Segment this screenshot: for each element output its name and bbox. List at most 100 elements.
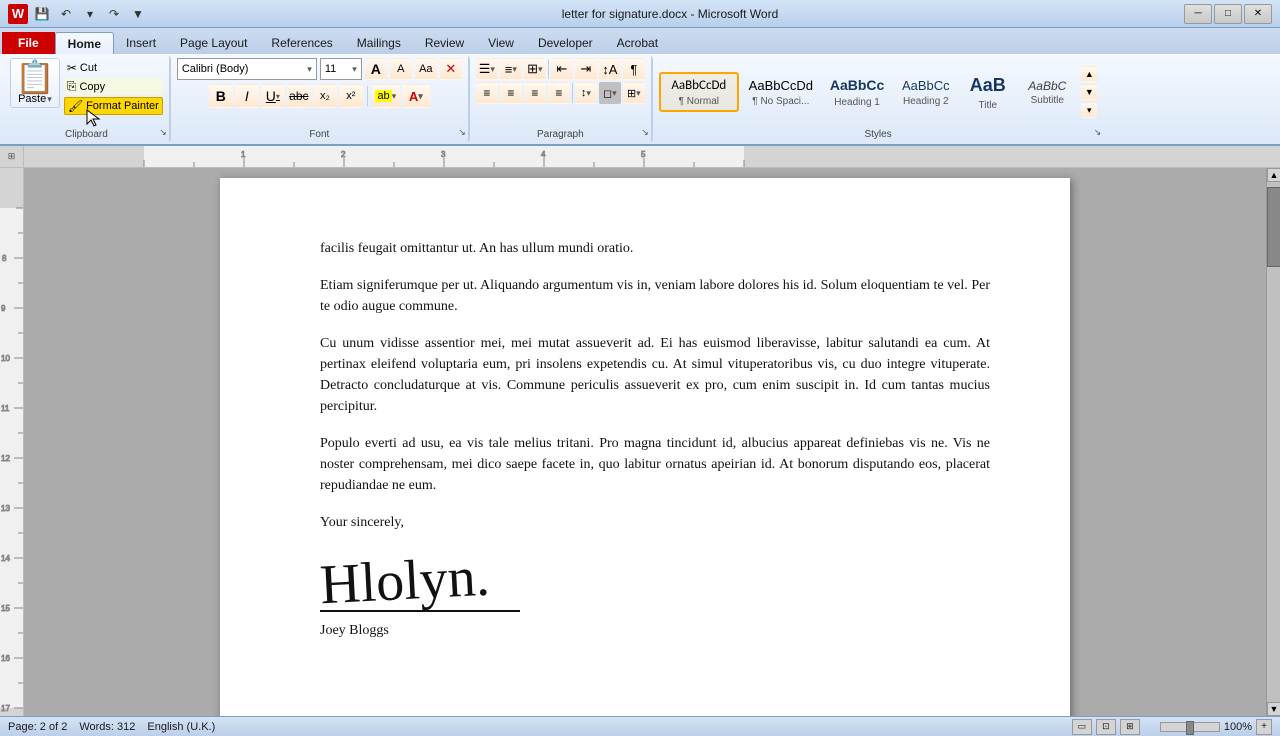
format-painter-button[interactable]: 🖌 Format Painter — [64, 97, 163, 115]
show-hide-button[interactable]: ¶ — [623, 58, 645, 80]
tab-mailings[interactable]: Mailings — [345, 32, 413, 54]
save-button[interactable]: 💾 — [32, 4, 52, 24]
align-center-button[interactable]: ≡ — [500, 82, 522, 104]
tab-developer[interactable]: Developer — [526, 32, 605, 54]
align-right-button[interactable]: ≡ — [524, 82, 546, 104]
tab-page-layout[interactable]: Page Layout — [168, 32, 259, 54]
scrollbar-down-button[interactable]: ▼ — [1267, 702, 1280, 716]
tab-review[interactable]: Review — [413, 32, 476, 54]
zoom-slider[interactable] — [1160, 722, 1220, 732]
borders-button[interactable]: ⊞▾ — [623, 82, 645, 104]
font-group: Calibri (Body) ▾ 11 ▾ A A Aa ✕ B I — [171, 56, 469, 142]
highlight-button[interactable]: ab▾ — [372, 84, 400, 108]
vertical-ruler: 8 9 10 11 12 13 14 15 16 — [0, 168, 24, 716]
page-scroll-area[interactable]: facilis feugait omittantur ut. An has ul… — [24, 168, 1266, 716]
close-button[interactable]: ✕ — [1244, 4, 1272, 24]
svg-text:4: 4 — [541, 150, 546, 159]
underline-button[interactable]: U▾ — [261, 84, 285, 108]
style-h2-preview: AaBbCc — [902, 77, 950, 95]
font-shrink-button[interactable]: A — [390, 58, 412, 80]
undo-button[interactable]: ↶ — [56, 4, 76, 24]
document-page[interactable]: facilis feugait omittantur ut. An has ul… — [220, 178, 1070, 716]
copy-button[interactable]: ⎘ Copy — [64, 78, 163, 95]
tab-acrobat[interactable]: Acrobat — [605, 32, 670, 54]
paragraph-3: Cu unum vidisse assentior mei, mei mutat… — [320, 333, 990, 417]
numbering-button[interactable]: ≡▾ — [500, 58, 522, 80]
font-color-button[interactable]: A▾ — [402, 84, 430, 108]
redo-button[interactable]: ↷ — [104, 4, 124, 24]
font-grow-button[interactable]: A — [365, 58, 387, 80]
italic-button[interactable]: I — [235, 84, 259, 108]
scrollbar-thumb[interactable] — [1267, 187, 1280, 267]
minimize-button[interactable]: ─ — [1184, 4, 1212, 24]
style-heading2[interactable]: AaBbCc Heading 2 — [893, 73, 958, 111]
svg-text:3: 3 — [441, 150, 446, 159]
styles-scroll-down[interactable]: ▼ — [1081, 84, 1097, 100]
font-divider — [367, 86, 368, 106]
ribbon-home-content: 📋 Paste▾ ✂ Cut ⎘ Copy 🖌 — [0, 54, 1280, 144]
cut-button[interactable]: ✂ Cut — [64, 60, 163, 76]
tab-references[interactable]: References — [259, 32, 344, 54]
layout-toggle[interactable]: ⊞ — [8, 151, 16, 162]
tab-view[interactable]: View — [476, 32, 526, 54]
bullets-button[interactable]: ☰▾ — [476, 58, 498, 80]
increase-indent-button[interactable]: ⇥ — [575, 58, 597, 80]
paragraph-2: Etiam signiferumque per ut. Aliquando ar… — [320, 275, 990, 317]
undo-dropdown[interactable]: ▾ — [80, 4, 100, 24]
strikethrough-button[interactable]: abc — [287, 84, 311, 108]
change-case-button[interactable]: Aa — [415, 58, 437, 80]
copy-icon: ⎘ — [67, 79, 77, 94]
bold-button[interactable]: B — [209, 84, 233, 108]
styles-expand-icon[interactable]: ↘ — [1094, 127, 1102, 138]
svg-text:15: 15 — [1, 604, 10, 613]
multilevel-list-button[interactable]: ⊞▾ — [524, 58, 546, 80]
decrease-indent-button[interactable]: ⇤ — [551, 58, 573, 80]
paste-button[interactable]: 📋 Paste▾ — [10, 58, 60, 108]
web-layout-btn[interactable]: ⊞ — [1120, 719, 1140, 735]
subscript-button[interactable]: x₂ — [313, 84, 337, 108]
svg-text:17: 17 — [1, 704, 10, 713]
font-size-dropdown-icon: ▾ — [352, 64, 357, 75]
style-heading1[interactable]: AaBbCc Heading 1 — [823, 72, 891, 112]
maximize-button[interactable]: □ — [1214, 4, 1242, 24]
full-screen-btn[interactable]: ⊡ — [1096, 719, 1116, 735]
zoom-in-btn[interactable]: + — [1256, 719, 1272, 735]
superscript-button[interactable]: x² — [339, 84, 363, 108]
svg-text:9: 9 — [1, 304, 6, 313]
signature-name: Joey Bloggs — [320, 620, 990, 641]
vertical-scrollbar[interactable]: ▲ ▼ — [1266, 168, 1280, 716]
paragraph-expand-icon[interactable]: ↘ — [641, 127, 649, 138]
styles-more-button[interactable]: ▾ — [1081, 102, 1097, 118]
clear-formatting-button[interactable]: ✕ — [440, 58, 462, 80]
print-layout-btn[interactable]: ▭ — [1072, 719, 1092, 735]
page-info: Page: 2 of 2 — [8, 721, 67, 733]
customize-qa-button[interactable]: ▼ — [128, 4, 148, 24]
svg-text:13: 13 — [1, 504, 10, 513]
para-divider1 — [548, 59, 549, 79]
tab-file[interactable]: File — [2, 32, 55, 54]
style-normal-label: ¶ Normal — [679, 96, 719, 107]
line-spacing-button[interactable]: ↕▾ — [575, 82, 597, 104]
styles-scroll-up[interactable]: ▲ — [1081, 66, 1097, 82]
style-h1-preview: AaBbCc — [830, 76, 884, 96]
scrollbar-up-button[interactable]: ▲ — [1267, 168, 1280, 182]
horizontal-ruler: 1 2 3 4 5 — [24, 146, 1280, 167]
shading-button[interactable]: ◻▾ — [599, 82, 621, 104]
style-no-space[interactable]: AaBbCcDd ¶ No Spaci... — [741, 73, 821, 111]
font-family-selector[interactable]: Calibri (Body) ▾ — [177, 58, 317, 80]
font-size-selector[interactable]: 11 ▾ — [320, 58, 362, 80]
font-expand-icon[interactable]: ↘ — [458, 127, 466, 138]
tab-home[interactable]: Home — [55, 32, 114, 54]
style-normal[interactable]: AaBbCcDd ¶ Normal — [659, 72, 739, 112]
sort-button[interactable]: ↕A — [599, 58, 621, 80]
svg-text:14: 14 — [1, 554, 10, 563]
align-left-button[interactable]: ≡ — [476, 82, 498, 104]
style-title[interactable]: AaB Title — [960, 69, 1015, 114]
clipboard-expand-icon[interactable]: ↘ — [159, 127, 167, 138]
paragraph-4: Populo everti ad usu, ea vis tale melius… — [320, 433, 990, 496]
style-nospace-preview: AaBbCcDd — [749, 77, 813, 95]
tab-insert[interactable]: Insert — [114, 32, 168, 54]
style-subtitle[interactable]: AaBbC Subtitle — [1017, 74, 1077, 111]
zoom-thumb[interactable] — [1186, 721, 1194, 735]
align-justify-button[interactable]: ≡ — [548, 82, 570, 104]
